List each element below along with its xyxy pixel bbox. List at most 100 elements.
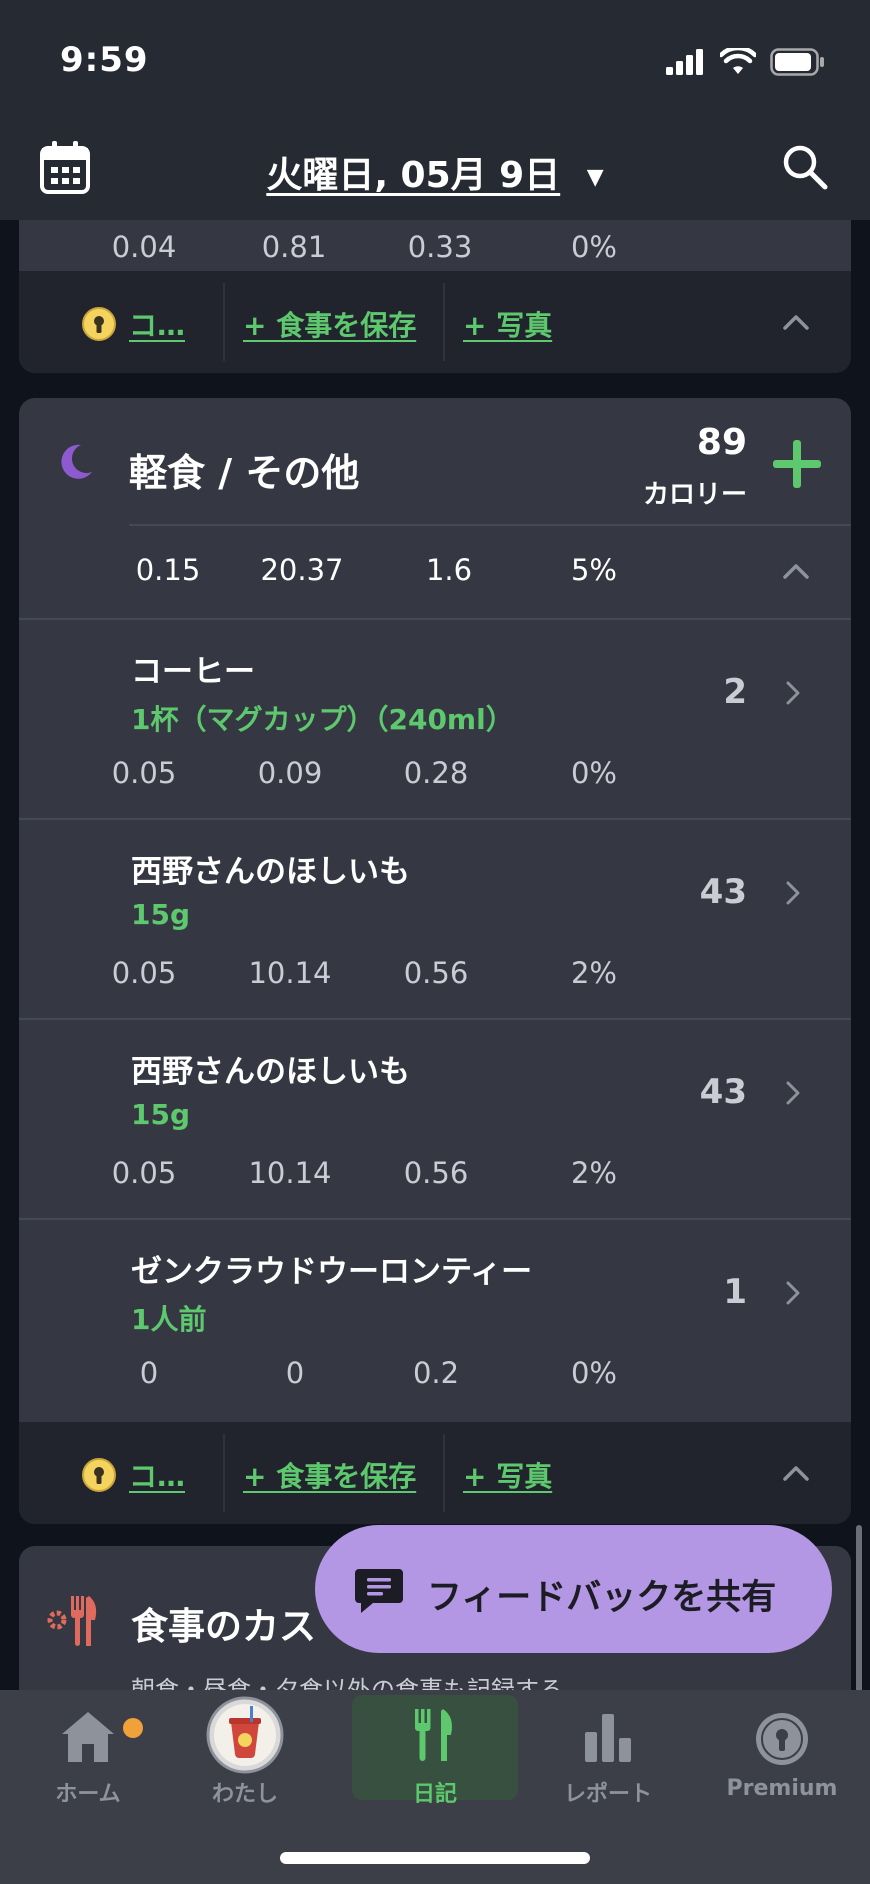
nutrient-value: 10.14 (248, 1156, 332, 1190)
nutrient-value: 20.37 (260, 553, 344, 587)
fork-knife-icon (415, 1709, 452, 1761)
divider (223, 1434, 225, 1512)
nutrient-value: 2% (570, 956, 617, 990)
nutrient-value: 10.14 (248, 956, 332, 990)
food-calories: 43 (699, 1072, 747, 1112)
coin-link[interactable]: コ… (129, 304, 185, 344)
nutrient-value: 0.2 (412, 1356, 460, 1390)
nutrient-value: 0.33 (407, 230, 473, 264)
scroll-indicator (856, 1525, 862, 1690)
food-item[interactable]: ゼンクラウドウーロンティー 1人前 1 0 0 0.2 0% (19, 1218, 851, 1418)
nutrient-value: 0% (570, 756, 617, 790)
prev-nutrient-row: 0.04 0.81 0.33 0% (19, 230, 851, 270)
food-serving: 15g (131, 898, 191, 931)
nutrient-value: 0 (285, 1356, 305, 1390)
feedback-label: フィードバックを共有 (427, 1578, 777, 1618)
custom-meal-title: 食事のカス (131, 1605, 316, 1648)
tab-label: Premium (726, 1776, 838, 1801)
divider (129, 524, 851, 526)
add-food-icon[interactable] (771, 438, 823, 490)
food-name: コーヒー (131, 654, 255, 690)
nutrient-value: 5% (570, 553, 617, 587)
nutrient-value: 1.6 (425, 553, 473, 587)
nutrient-value: 0.56 (403, 956, 469, 990)
status-icons (666, 48, 826, 76)
prev-meal-card: 0.04 0.81 0.33 0% コ… + 食事を保存 + 写真 (19, 220, 851, 373)
food-nutrient-row: 0.05 10.14 0.56 2% (19, 956, 851, 996)
chevron-right-icon (786, 681, 800, 705)
signal-icon (666, 49, 703, 75)
food-calories: 2 (723, 672, 747, 712)
app-header: 火曜日, 05月 9日 ▼ (0, 120, 870, 220)
divider (223, 283, 225, 361)
nutrient-value: 0% (570, 1356, 617, 1390)
tab-report[interactable]: レポート (528, 1690, 688, 1810)
food-nutrient-row: 0 0 0.2 0% (19, 1356, 851, 1396)
divider (443, 1434, 445, 1512)
diary-scroll[interactable]: 0.04 0.81 0.33 0% コ… + 食事を保存 + 写真 軽食 / そ… (0, 220, 870, 1690)
nutrient-value: 0.05 (111, 1156, 177, 1190)
chevron-right-icon (786, 1281, 800, 1305)
nutrient-value: 0.05 (111, 756, 177, 790)
chevron-up-icon[interactable] (781, 556, 811, 586)
status-time: 9:59 (60, 40, 149, 80)
coin-link[interactable]: コ… (129, 1455, 185, 1495)
snack-meal-card: 軽食 / その他 89 カロリー 0.15 20.37 1.6 5% コーヒー … (19, 398, 851, 1524)
caret-down-icon: ▼ (586, 164, 604, 190)
wifi-icon (720, 48, 756, 74)
food-name: 西野さんのほしいも (131, 1054, 410, 1090)
tab-label: レポート (563, 1782, 652, 1807)
meal-card-footer: コ… + 食事を保存 + 写真 (19, 1422, 851, 1524)
save-meal-link[interactable]: + 食事を保存 (243, 304, 416, 344)
battery-icon (770, 48, 824, 76)
tab-me[interactable]: わたし (165, 1690, 325, 1810)
coin-keyhole-icon[interactable] (81, 1457, 117, 1493)
food-nutrient-row: 0.05 0.09 0.28 0% (19, 756, 851, 796)
meal-totals-row: 0.15 20.37 1.6 5% (19, 553, 851, 593)
calories-label: カロリー (642, 480, 747, 510)
share-feedback-button[interactable]: フィードバックを共有 (315, 1525, 832, 1653)
avatar (206, 1696, 284, 1774)
meal-header: 軽食 / その他 89 カロリー 0.15 20.37 1.6 5% (19, 398, 851, 618)
nutrient-value: 2% (570, 1156, 617, 1190)
date-label: 火曜日, 05月 9日 (266, 155, 561, 196)
food-serving: 15g (131, 1098, 191, 1131)
save-meal-link[interactable]: + 食事を保存 (243, 1455, 416, 1495)
chevron-up-icon[interactable] (781, 1458, 811, 1488)
add-photo-link[interactable]: + 写真 (463, 304, 552, 344)
coin-keyhole-icon[interactable] (81, 306, 117, 342)
food-item[interactable]: 西野さんのほしいも 15g 43 0.05 10.14 0.56 2% (19, 1018, 851, 1218)
food-item[interactable]: 西野さんのほしいも 15g 43 0.05 10.14 0.56 2% (19, 818, 851, 1018)
chevron-right-icon (786, 1081, 800, 1105)
notification-dot (123, 1718, 143, 1738)
add-photo-link[interactable]: + 写真 (463, 1455, 552, 1495)
nutrient-value: 0 (139, 1356, 159, 1390)
food-name: ゼンクラウドウーロンティー (131, 1254, 533, 1290)
food-nutrient-row: 0.05 10.14 0.56 2% (19, 1156, 851, 1196)
food-serving: 1杯（マグカップ）（240ml） (131, 703, 514, 736)
tab-label: ホーム (55, 1782, 121, 1807)
tab-diary[interactable]: 日記 (352, 1695, 518, 1807)
nutrient-value: 0.28 (403, 756, 469, 790)
chevron-up-icon[interactable] (781, 307, 811, 337)
bar-chart-icon (585, 1714, 631, 1762)
chevron-right-icon (786, 881, 800, 905)
tab-premium[interactable]: Premium (702, 1690, 862, 1810)
nutrient-value: 0.04 (111, 230, 177, 264)
gear-fork-knife-icon (47, 1596, 97, 1646)
food-item[interactable]: コーヒー 1杯（マグカップ）（240ml） 2 0.05 0.09 0.28 0… (19, 618, 851, 818)
home-indicator (280, 1852, 590, 1864)
food-calories: 43 (699, 872, 747, 912)
food-calories: 1 (723, 1272, 747, 1312)
chat-bubble-icon (355, 1569, 403, 1613)
tab-home[interactable]: ホーム (8, 1690, 168, 1810)
date-selector[interactable]: 火曜日, 05月 9日 ▼ (0, 146, 870, 198)
tab-label: わたし (211, 1782, 278, 1807)
nutrient-value: 0.05 (111, 956, 177, 990)
nutrient-value: 0.09 (257, 756, 323, 790)
meal-title: 軽食 / その他 (129, 451, 360, 495)
nutrient-value: 0.56 (403, 1156, 469, 1190)
nutrient-value: 0.15 (135, 553, 201, 587)
meal-calories: 89 (696, 422, 747, 463)
search-icon[interactable] (780, 142, 830, 192)
